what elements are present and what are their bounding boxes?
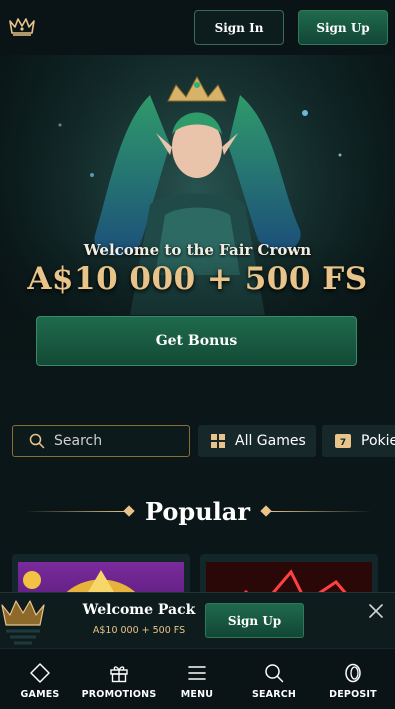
search-icon [29, 433, 45, 449]
chip-label: Pokie [361, 433, 395, 449]
nav-label: SEARCH [251, 689, 297, 700]
welcome-pack-title: Welcome Pack [82, 602, 196, 618]
nav-menu[interactable]: MENU [170, 649, 224, 709]
crown-logo-icon [1, 600, 45, 645]
welcome-pack-banner: Welcome Pack A$10 000 + 500 FS Sign Up [0, 592, 395, 648]
search-field[interactable] [12, 425, 190, 457]
nav-games[interactable]: GAMES [12, 649, 68, 709]
page: Sign In Sign Up Welcome to the Fair Crow… [0, 0, 395, 709]
hero-welcome-text: Welcome to the Fair Crown [83, 241, 312, 259]
diamond-icon [30, 663, 50, 683]
sign-up-button[interactable]: Sign Up [298, 10, 388, 45]
popular-section-heading: Popular [0, 497, 395, 529]
nav-search[interactable]: SEARCH [246, 649, 302, 709]
svg-text:7: 7 [340, 438, 346, 448]
nav-label: DEPOSIT [329, 689, 377, 700]
crown-logo-icon[interactable] [8, 15, 36, 37]
slot-777-icon: 7 [335, 434, 351, 448]
divider-line [268, 511, 372, 512]
chip-label: All Games [235, 433, 306, 449]
nav-deposit[interactable]: DEPOSIT [324, 649, 382, 709]
grid-icon [211, 434, 225, 448]
bottom-navigation: GAMES PROMOTIONS MENU SEARCH DEPOSIT [0, 648, 395, 709]
chip-pokie[interactable]: 7 Pokie [322, 425, 395, 457]
hero-bonus-amount: A$10 000 + 500 FS [27, 261, 368, 297]
nav-label: PROMOTIONS [81, 689, 157, 700]
coin-icon [345, 663, 361, 683]
chip-all-games[interactable]: All Games [198, 425, 316, 457]
hero-banner: Welcome to the Fair Crown A$10 000 + 500… [0, 55, 395, 390]
nav-promotions[interactable]: PROMOTIONS [80, 649, 158, 709]
welcome-sign-up-button[interactable]: Sign Up [205, 603, 304, 638]
hamburger-icon [188, 666, 206, 680]
header: Sign In Sign Up [0, 0, 395, 55]
nav-label: GAMES [20, 689, 60, 700]
search-icon [265, 664, 284, 683]
search-input[interactable] [54, 433, 174, 449]
nav-label: MENU [180, 689, 214, 700]
close-icon[interactable] [368, 603, 384, 619]
gift-icon [110, 666, 128, 683]
get-bonus-button[interactable]: Get Bonus [36, 316, 357, 366]
sign-in-button[interactable]: Sign In [194, 10, 284, 45]
welcome-pack-subtitle: A$10 000 + 500 FS [92, 625, 186, 636]
